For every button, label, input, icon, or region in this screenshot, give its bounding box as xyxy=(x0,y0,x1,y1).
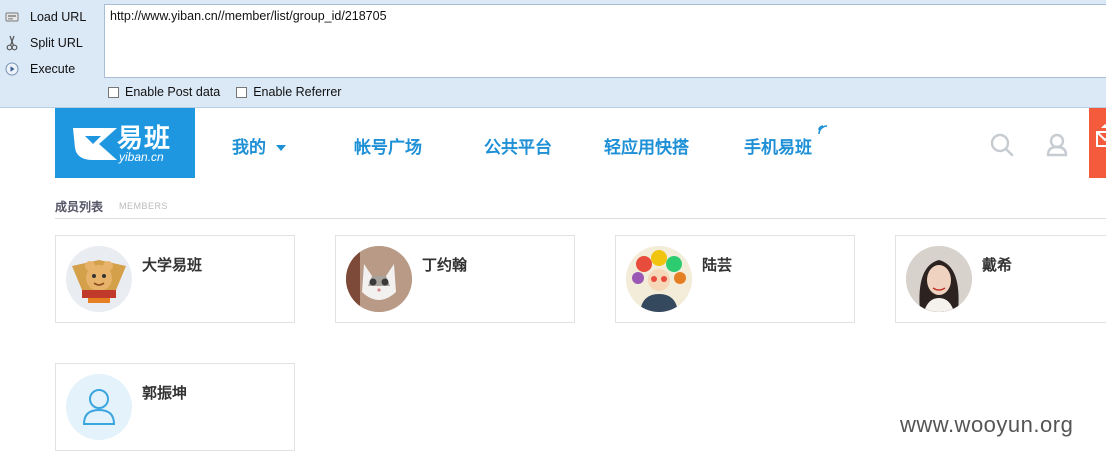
nav-item-light-app[interactable]: 轻应用快搭 xyxy=(604,133,689,158)
load-url-button[interactable]: Load URL xyxy=(0,4,104,30)
member-card[interactable]: 大学易班 xyxy=(55,235,295,323)
cat-photo-icon xyxy=(346,246,412,312)
notification-tab[interactable] xyxy=(1089,108,1106,178)
split-url-label: Split URL xyxy=(30,36,83,50)
load-url-label: Load URL xyxy=(30,10,87,24)
hackbar-options: Enable Post data Enable Referrer xyxy=(108,85,341,99)
site-logo[interactable]: 易班 yiban.cn xyxy=(55,108,195,178)
nav-item-mobile-yiban[interactable]: 手机易班 xyxy=(744,133,812,158)
section-title: 成员列表 xyxy=(55,200,104,214)
url-textarea[interactable]: http://www.yiban.cn//member/list/group_i… xyxy=(104,4,1106,78)
enable-referrer-option[interactable]: Enable Referrer xyxy=(236,85,341,99)
nav-item-public-platform[interactable]: 公共平台 xyxy=(484,133,552,158)
logo-subtext: yiban.cn xyxy=(119,150,164,164)
section-divider xyxy=(55,218,1106,219)
scissors-icon xyxy=(0,35,24,51)
execute-label: Execute xyxy=(30,62,76,76)
avatar xyxy=(66,374,132,440)
section-subtitle: MEMBERS xyxy=(119,201,169,211)
hackbar-menu: Load URL Split URL Execute xyxy=(0,0,104,82)
member-name[interactable]: 郭振坤 xyxy=(142,382,187,403)
member-card[interactable]: 郭振坤 xyxy=(55,363,295,451)
member-card[interactable]: 陆芸 xyxy=(615,235,855,323)
caret-down-icon xyxy=(276,145,286,151)
member-name[interactable]: 陆芸 xyxy=(702,254,732,275)
member-name[interactable]: 大学易班 xyxy=(142,254,202,275)
member-card[interactable]: 丁约翰 xyxy=(335,235,575,323)
nav-item-mine-label: 我的 xyxy=(232,138,266,158)
play-icon xyxy=(0,62,24,76)
nav-item-mine[interactable]: 我的 xyxy=(232,133,286,158)
member-card[interactable]: 戴希 xyxy=(895,235,1106,323)
enable-post-data-option[interactable]: Enable Post data xyxy=(108,85,220,99)
avatar xyxy=(66,246,132,312)
mascot-badge-icon xyxy=(72,260,126,303)
referrer-label: Enable Referrer xyxy=(253,85,342,99)
execute-button[interactable]: Execute xyxy=(0,56,104,82)
member-name[interactable]: 戴希 xyxy=(982,254,1012,275)
post-data-checkbox[interactable] xyxy=(108,86,119,98)
post-data-label: Enable Post data xyxy=(125,85,221,99)
default-user-icon xyxy=(82,389,116,425)
user-icon[interactable] xyxy=(1046,133,1068,157)
member-name[interactable]: 丁约翰 xyxy=(422,254,467,275)
search-icon[interactable] xyxy=(990,133,1014,157)
load-url-icon xyxy=(0,10,24,24)
nav-item-account-square[interactable]: 帐号广场 xyxy=(354,133,422,158)
hackbar-panel: Load URL Split URL Execute http://www.yi… xyxy=(0,0,1106,108)
watermark-text: www.wooyun.org xyxy=(900,412,1074,437)
referrer-checkbox[interactable] xyxy=(236,86,248,98)
mail-icon xyxy=(1096,124,1106,147)
illustrated-portrait-icon xyxy=(626,246,692,312)
portrait-photo-icon xyxy=(906,246,972,312)
split-url-button[interactable]: Split URL xyxy=(0,30,104,56)
avatar xyxy=(346,246,412,312)
signal-icon xyxy=(818,125,828,135)
avatar xyxy=(906,246,972,312)
avatar xyxy=(626,246,692,312)
